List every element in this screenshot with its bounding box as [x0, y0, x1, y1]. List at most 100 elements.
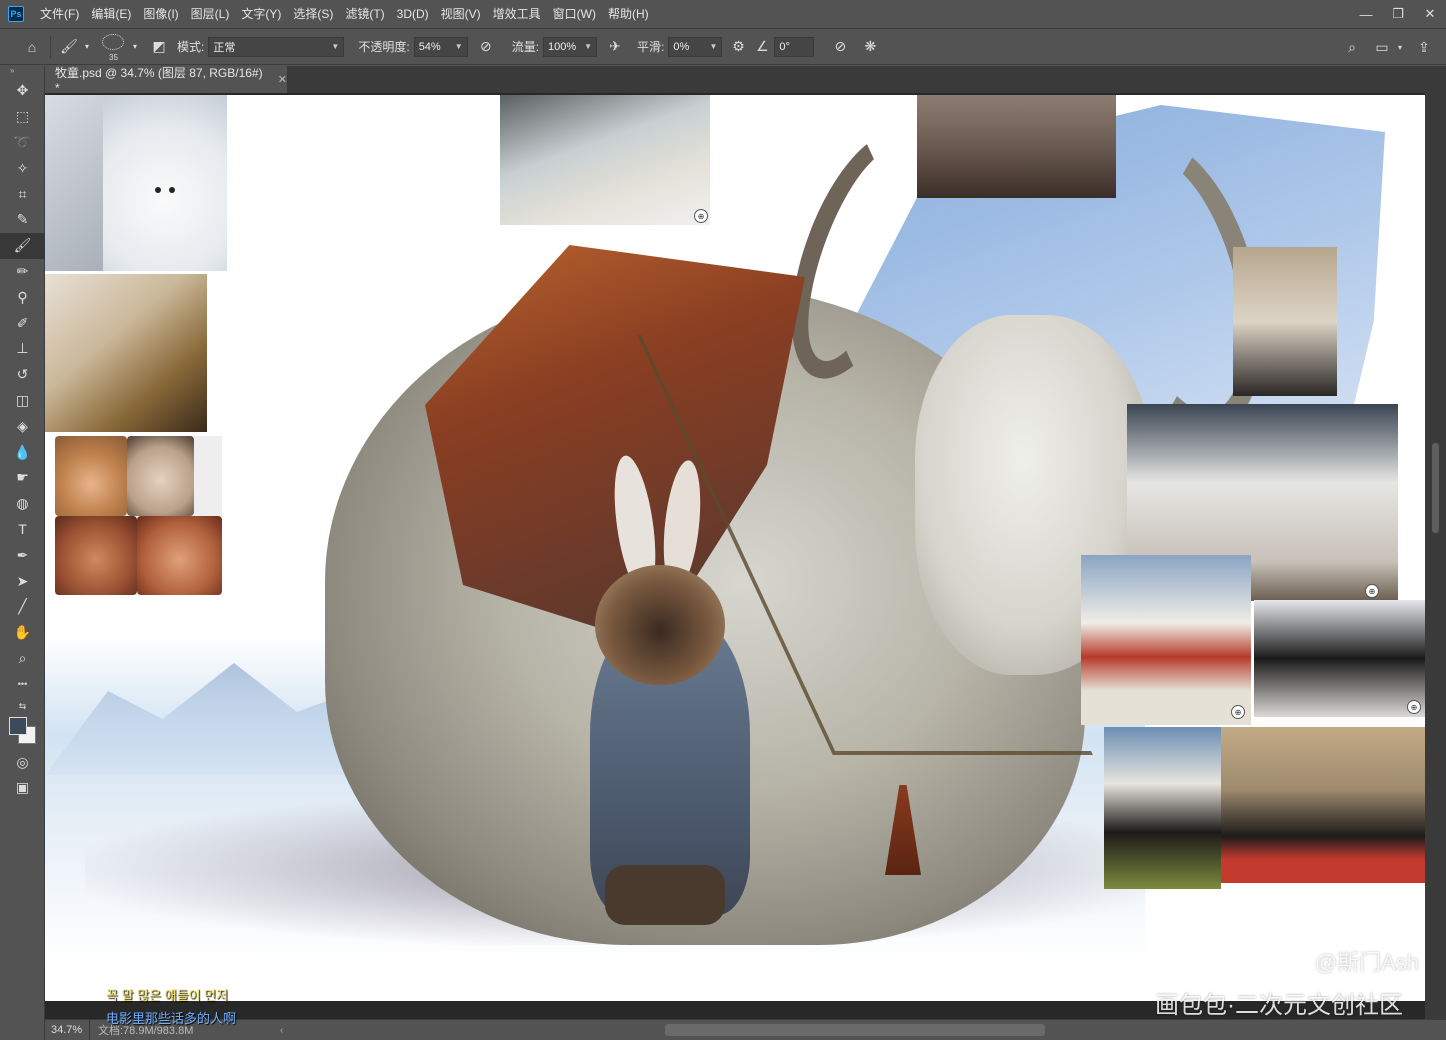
- path-select-tool-icon[interactable]: ➤: [0, 568, 45, 594]
- menu-type[interactable]: 文字(Y): [235, 0, 287, 28]
- close-button[interactable]: ✕: [1414, 0, 1446, 28]
- window-controls: — ❐ ✕: [1350, 0, 1446, 28]
- reference-child-face: [55, 436, 127, 516]
- brush-settings-icon[interactable]: ◩: [147, 35, 171, 59]
- workspace-icon[interactable]: ▭: [1370, 35, 1394, 59]
- marquee-tool-icon[interactable]: ⬚: [0, 104, 45, 130]
- child-fur-hood: [595, 565, 725, 685]
- document-canvas[interactable]: ⊕ ⊕ ⊕ ⊕ @斯门Ash: [45, 95, 1425, 1001]
- type-tool-icon[interactable]: T: [0, 517, 45, 543]
- flow-value: 100%: [548, 40, 577, 53]
- mode-value: 正常: [213, 41, 236, 54]
- options-bar: ⌂ 🖌 ▾ 35 ▾ ◩ 模式: 正常 ▼ 不透明度: 54% ▼ ⊘ 流量: …: [0, 28, 1446, 65]
- reference-child-face: [127, 436, 194, 516]
- history-brush-tool-icon[interactable]: ↺: [0, 362, 45, 388]
- pen-tool-icon[interactable]: ✒: [0, 542, 45, 568]
- tool-list: ✥ ⬚ ➰ ✧ ⌗ ✎ 🖌 ✏ ⚲ ✐ ⊥ ↺ ◫ ◈ 💧 ☛ ◍ T ✒ ➤ ╱ ✋ ⌕ •••: [0, 78, 45, 697]
- menu-layer[interactable]: 图层(L): [185, 0, 236, 28]
- smoothing-input[interactable]: 0% ▼: [668, 36, 723, 57]
- chevron-down-icon[interactable]: ▾: [81, 35, 93, 59]
- flow-label: 流量:: [511, 40, 540, 54]
- close-tab-icon[interactable]: ✕: [278, 73, 287, 86]
- vertical-scroll-thumb[interactable]: [1432, 443, 1439, 533]
- blur-tool-icon[interactable]: 💧: [0, 439, 45, 465]
- menu-window[interactable]: 窗口(W): [547, 0, 602, 28]
- share-icon[interactable]: ⇪: [1412, 35, 1436, 59]
- mode-select[interactable]: 正常 ▼: [208, 36, 345, 57]
- maximize-button[interactable]: ❐: [1382, 0, 1414, 28]
- subtitle-korean: 꼭 말 많은 애들이 먼저: [106, 988, 229, 1003]
- minimize-button[interactable]: —: [1350, 0, 1382, 28]
- reference-photo-decorated-yak: ⊕: [1081, 555, 1251, 725]
- pressure-opacity-icon[interactable]: ⊘: [474, 35, 498, 59]
- hand-tool-icon[interactable]: ✋: [0, 620, 45, 646]
- home-icon[interactable]: ⌂: [20, 35, 44, 59]
- menu-filter[interactable]: 滤镜(T): [339, 0, 390, 28]
- flow-input[interactable]: 100% ▼: [543, 36, 598, 57]
- menu-plugins[interactable]: 增效工具: [487, 0, 547, 28]
- chevron-down-icon[interactable]: ▾: [1394, 35, 1406, 59]
- pressure-size-icon[interactable]: ⊘: [828, 35, 852, 59]
- menu-view[interactable]: 视图(V): [435, 0, 487, 28]
- zoom-badge-icon: ⊕: [694, 209, 708, 223]
- mixer-brush-tool-icon[interactable]: ✐: [0, 310, 45, 336]
- eyedropper-tool-icon[interactable]: ✎: [0, 207, 45, 233]
- expand-panel-icon[interactable]: »: [0, 66, 44, 78]
- reference-photo-saddled-yak: [1221, 727, 1425, 883]
- chevron-down-icon: ▼: [331, 42, 340, 51]
- menu-image[interactable]: 图像(I): [137, 0, 184, 28]
- pencil-tool-icon[interactable]: ✏: [0, 259, 45, 285]
- smudge-tool-icon[interactable]: ☛: [0, 465, 45, 491]
- menu-select[interactable]: 选择(S): [287, 0, 339, 28]
- menu-edit[interactable]: 编辑(E): [85, 0, 137, 28]
- document-tab[interactable]: 牧童.psd @ 34.7% (图层 87, RGB/16#) * ✕: [45, 66, 287, 95]
- brush-tool-icon[interactable]: 🖌: [0, 232, 45, 259]
- lasso-tool-icon[interactable]: ➰: [0, 130, 45, 156]
- eraser-tool-icon[interactable]: ◫: [0, 388, 45, 414]
- brush-tool-preset-icon[interactable]: 🖌: [57, 35, 81, 59]
- reference-photo-yak-caravan: [917, 95, 1116, 198]
- magic-wand-tool-icon[interactable]: ✧: [0, 155, 45, 181]
- menu-file[interactable]: 文件(F): [34, 0, 85, 28]
- foreground-color-swatch[interactable]: [9, 717, 27, 736]
- sponge-tool-icon[interactable]: ◍: [0, 491, 45, 517]
- gear-icon[interactable]: ⚙: [726, 35, 750, 59]
- brush-size-picker[interactable]: 35: [99, 32, 129, 62]
- zoom-tool-icon[interactable]: ⌕: [0, 646, 45, 672]
- reference-photo-pack-yak: [1104, 727, 1221, 889]
- reference-photo-children: [55, 436, 222, 595]
- opacity-input[interactable]: 54% ▼: [413, 36, 468, 57]
- document-title: 牧童.psd @ 34.7% (图层 87, RGB/16#) *: [55, 66, 263, 95]
- chevron-down-icon[interactable]: ▾: [129, 35, 141, 59]
- canvas-area[interactable]: ⊕ ⊕ ⊕ ⊕ @斯门Ash: [45, 93, 1446, 1019]
- search-icon[interactable]: ⌕: [1340, 35, 1364, 59]
- more-tools-icon[interactable]: •••: [0, 671, 45, 697]
- zoom-level[interactable]: 34.7%: [45, 1019, 90, 1040]
- chevron-down-icon: ▼: [584, 42, 593, 51]
- angle-input[interactable]: 0°: [774, 36, 815, 57]
- quick-mask-icon[interactable]: ◎: [0, 749, 45, 775]
- brush-tip-icon: [102, 33, 124, 50]
- chevron-down-icon: ▼: [454, 42, 463, 51]
- line-tool-icon[interactable]: ╱: [0, 594, 45, 620]
- menu-bar: Ps 文件(F) 编辑(E) 图像(I) 图层(L) 文字(Y) 选择(S) 滤…: [0, 0, 1446, 28]
- stamp-tool-icon[interactable]: ⊥: [0, 336, 45, 362]
- horizontal-scroll-thumb[interactable]: [665, 1024, 1045, 1036]
- reference-child-face: [55, 516, 137, 595]
- vertical-scrollbar[interactable]: [1425, 93, 1446, 1019]
- reference-photo-black-yak: ⊕: [1254, 600, 1425, 717]
- watermark-site: 画包包·二次元文创社区: [1155, 992, 1403, 1019]
- crop-tool-icon[interactable]: ⌗: [0, 181, 45, 207]
- screen-mode-icon[interactable]: ▣: [0, 775, 45, 801]
- tools-panel: » ✥ ⬚ ➰ ✧ ⌗ ✎ 🖌 ✏ ⚲ ✐ ⊥ ↺ ◫ ◈ 💧 ☛ ◍ T ✒ ➤ ╱ ✋ ⌕ ••• ⇆ ◎ ▣: [0, 66, 45, 1040]
- menu-help[interactable]: 帮助(H): [602, 0, 655, 28]
- airbrush-icon[interactable]: ✈: [603, 35, 627, 59]
- smoothing-value: 0%: [673, 40, 690, 53]
- swap-colors-icon[interactable]: ⇆: [0, 697, 45, 715]
- paint-bucket-tool-icon[interactable]: ◈: [0, 413, 45, 439]
- brush-size-value: 35: [109, 52, 118, 62]
- menu-3d[interactable]: 3D(D): [391, 0, 435, 28]
- symmetry-icon[interactable]: ❋: [858, 35, 882, 59]
- move-tool-icon[interactable]: ✥: [0, 78, 45, 104]
- clone-stamp-tool-icon[interactable]: ⚲: [0, 284, 45, 310]
